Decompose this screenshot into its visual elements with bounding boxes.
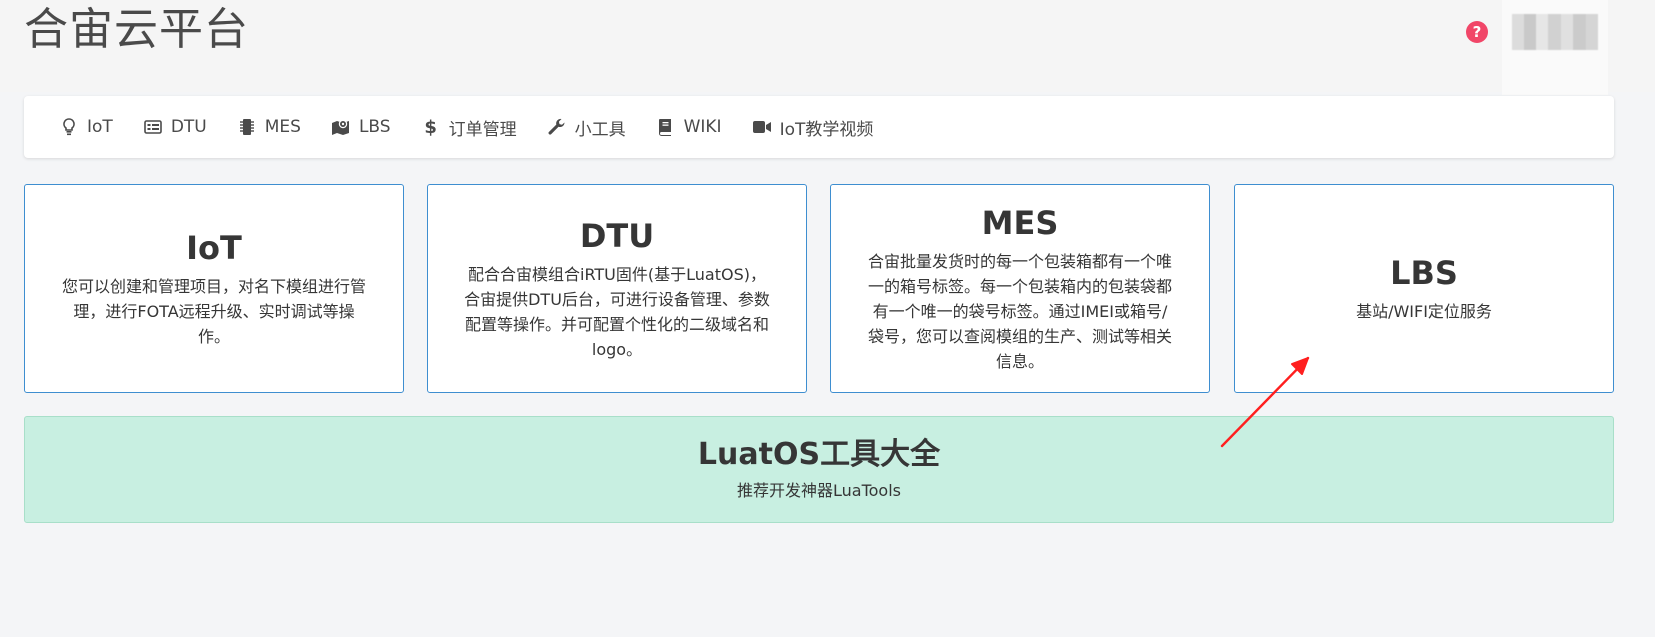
luatos-tools-banner[interactable]: LuatOS工具大全 推荐开发神器LuaTools [24, 416, 1614, 523]
card-title: IoT [186, 229, 242, 267]
card-iot[interactable]: IoT 您可以创建和管理项目，对名下模组进行管理，进行FOTA远程升级、实时调试… [24, 184, 404, 393]
nav-item-wiki[interactable]: WIKI [641, 96, 737, 158]
nav-label: IoT [87, 117, 113, 137]
nav-label: LBS [358, 117, 391, 137]
banner-subtitle: 推荐开发神器LuaTools [737, 480, 901, 500]
lightbulb-icon [59, 117, 79, 137]
card-lbs[interactable]: LBS 基站/WIFI定位服务 [1234, 184, 1614, 393]
card-description: 基站/WIFI定位服务 [1356, 302, 1492, 321]
module-cards: IoT 您可以创建和管理项目，对名下模组进行管理，进行FOTA远程升级、实时调试… [24, 184, 1614, 393]
avatar[interactable] [1512, 14, 1598, 50]
map-pin-icon [331, 117, 351, 137]
dollar-icon: $ [424, 116, 437, 138]
nav-label: DTU [170, 117, 207, 137]
wrench-icon [547, 117, 567, 137]
list-card-icon [143, 117, 163, 137]
card-title: DTU [579, 216, 655, 255]
nav-label: 小工具 [574, 119, 626, 140]
nav-item-mes[interactable]: MES [222, 96, 316, 158]
card-title: LBS [1390, 254, 1458, 292]
nav-item-lbs[interactable]: LBS [316, 96, 406, 158]
nav-label: MES [264, 117, 301, 137]
nav-item-dtu[interactable]: DTU [128, 96, 222, 158]
nav-item-video[interactable]: IoT教学视频 [737, 96, 889, 158]
card-dtu[interactable]: DTU 配合合宙模组合iRTU固件(基于LuatOS)，合宙提供DTU后台，可进… [427, 184, 807, 393]
card-description: 您可以创建和管理项目，对名下模组进行管理，进行FOTA远程升级、实时调试等操作。 [61, 277, 366, 346]
user-menu[interactable] [1502, 0, 1608, 95]
brand-title[interactable]: 合宙云平台 [24, 2, 249, 58]
nav-item-orders[interactable]: $ 订单管理 [406, 96, 532, 158]
nav-item-tools[interactable]: 小工具 [532, 96, 641, 158]
nav-item-iot[interactable]: IoT [44, 96, 128, 158]
card-title: MES [981, 204, 1059, 242]
card-description: 配合合宙模组合iRTU固件(基于LuatOS)，合宙提供DTU后台，可进行设备管… [464, 264, 770, 359]
header: 合宙云平台 ? [0, 0, 1655, 95]
help-icon[interactable]: ? [1466, 21, 1488, 43]
card-mes[interactable]: MES 合宙批量发货时的每一个包装箱都有一个唯一的箱号标签。每一个包装箱内的包装… [830, 184, 1210, 393]
card-description: 合宙批量发货时的每一个包装箱都有一个唯一的箱号标签。每一个包装箱内的包装袋都有一… [867, 252, 1172, 371]
video-icon [752, 117, 772, 137]
chip-icon [237, 117, 257, 137]
nav-label: IoT教学视频 [779, 119, 874, 140]
nav-label: 订单管理 [448, 119, 517, 140]
nav-label: WIKI [683, 117, 722, 137]
banner-title: LuatOS工具大全 [697, 436, 941, 472]
main-navbar: IoT DTU MES LBS $ 订单管理 小工具 WIKI IoT教学视频 [24, 96, 1614, 158]
book-icon [656, 117, 676, 137]
